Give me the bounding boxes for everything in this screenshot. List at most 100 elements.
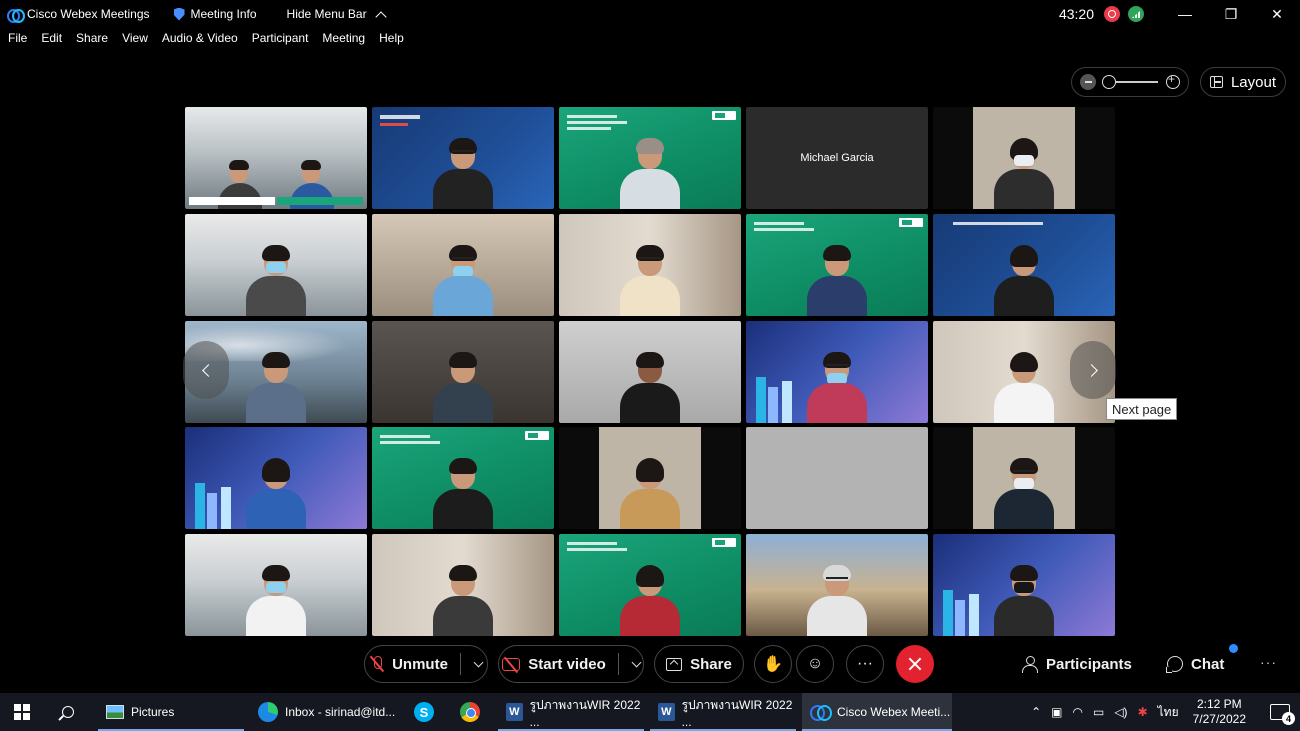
video-tile[interactable] [372,534,554,636]
search-icon [62,706,74,718]
video-tile[interactable] [372,213,554,316]
menu-meeting[interactable]: Meeting [315,31,372,51]
video-tile[interactable] [372,107,554,209]
zoom-out-icon[interactable] [1080,74,1096,90]
minimize-button[interactable]: — [1162,0,1208,28]
recording-icon[interactable] [1104,6,1120,22]
taskbar-item-webex[interactable]: Cisco Webex Meeti... [802,693,952,731]
input-language[interactable]: ไทย [1158,703,1179,722]
layout-grid-icon [1209,76,1223,88]
previous-page-button[interactable] [183,341,229,399]
chat-label: Chat [1191,655,1225,673]
raise-hand-button[interactable]: ✋ [754,645,792,683]
divider [459,653,461,675]
word-app-icon: W [658,703,675,721]
menu-participant[interactable]: Participant [245,31,316,51]
chevron-right-icon [1084,363,1098,377]
chevron-down-icon[interactable] [631,657,642,667]
video-tile[interactable] [185,107,367,209]
word-app-icon: W [506,703,523,721]
panel-more-button[interactable]: ··· [1260,654,1277,670]
close-button[interactable]: ✕ [1254,0,1300,28]
zoom-slider-knob[interactable] [1102,75,1116,89]
layout-label: Layout [1230,73,1277,91]
meet-now-icon[interactable]: ▣ [1051,705,1062,719]
microphone-muted-icon [370,655,384,673]
reactions-button[interactable]: ☺ [796,645,834,683]
video-tile[interactable] [372,320,554,423]
participants-label: Participants [1046,655,1132,673]
taskbar-search-button[interactable] [44,693,92,731]
chevron-down-icon[interactable] [473,657,484,667]
meeting-timer: 43:20 [1058,6,1094,22]
zoom-in-icon[interactable] [1166,72,1180,89]
unmute-label: Unmute [392,655,448,673]
video-tile[interactable] [746,427,928,530]
unmute-button[interactable]: Unmute [364,645,488,683]
video-tile[interactable] [185,534,367,636]
video-tile[interactable] [933,107,1115,209]
clock-time: 2:12 PM [1196,697,1242,711]
taskbar-item-pictures[interactable]: Pictures [98,693,244,731]
notification-center-icon[interactable]: 4 [1270,704,1295,725]
meeting-info-label: Meeting Info [190,7,257,21]
next-page-button[interactable] [1070,341,1116,399]
layout-button[interactable]: Layout [1200,67,1286,97]
connection-status-icon[interactable] [1128,6,1144,22]
video-tile[interactable] [746,320,928,423]
chat-button[interactable]: Chat [1166,652,1225,676]
taskbar-item-word-1[interactable]: W รูปภาพงานWIR 2022 ... [498,693,644,731]
taskbar-item-word-2[interactable]: W รูปภาพงานWIR 2022 ... [650,693,796,731]
video-tile[interactable] [933,213,1115,316]
share-screen-icon [666,657,683,671]
webex-logo-icon [7,8,25,23]
taskbar-item-skype[interactable]: S [406,693,442,731]
leave-meeting-button[interactable] [896,645,934,683]
webex-app-icon [810,703,832,721]
video-tile[interactable] [559,427,741,530]
wifi-icon[interactable]: ◠ [1073,705,1083,719]
hide-menu-bar-button[interactable]: Hide Menu Bar [279,0,393,28]
menu-file[interactable]: File [0,31,34,51]
menu-edit[interactable]: Edit [34,31,69,51]
restore-button[interactable]: ❐ [1208,0,1254,28]
menu-view[interactable]: View [115,31,155,51]
video-tile[interactable] [746,534,928,636]
taskbar-item-chrome[interactable] [452,693,488,731]
menu-bar: File Edit Share View Audio & Video Parti… [0,31,411,51]
show-hidden-icons-button[interactable]: ⌃ [1031,705,1041,719]
taskbar-item-label: รูปภาพงานWIR 2022 ... [681,697,793,729]
taskbar-clock[interactable]: 2:12 PM 7/27/2022 [1193,697,1246,727]
system-tray: ⌃ ▣ ◠ ▭ ◁) ✱ ไทย 2:12 PM 7/27/2022 4 [1031,693,1300,731]
start-video-button[interactable]: Start video [498,645,644,683]
pictures-app-icon [106,705,124,719]
video-tile[interactable] [933,427,1115,530]
participants-button[interactable]: Participants [1022,652,1132,676]
menu-share[interactable]: Share [69,31,115,51]
video-tile[interactable] [559,534,741,636]
divider [617,653,619,675]
chevron-left-icon [201,363,215,377]
video-tile[interactable] [559,213,741,316]
zoom-slider[interactable] [1102,75,1158,89]
video-tile[interactable] [372,427,554,530]
video-tile[interactable] [559,320,741,423]
title-bar-right: 43:20 — ❐ ✕ [1059,0,1300,28]
share-button[interactable]: Share [654,645,744,683]
battery-icon[interactable]: ▭ [1093,705,1104,719]
raise-hand-icon: ✋ [763,656,783,673]
more-options-button[interactable]: ··· [846,645,884,683]
start-button[interactable] [0,693,44,731]
video-tile[interactable] [933,534,1115,636]
menu-help[interactable]: Help [372,31,411,51]
video-tile[interactable] [185,213,367,316]
menu-audio-video[interactable]: Audio & Video [155,31,245,51]
antivirus-icon[interactable]: ✱ [1138,705,1148,719]
video-tile[interactable] [746,213,928,316]
meeting-info-button[interactable]: Meeting Info [166,0,265,28]
video-tile[interactable] [185,427,367,530]
taskbar-item-edge[interactable]: Inbox - sirinad@itd... [250,693,400,731]
video-tile[interactable]: Michael Garcia [746,107,928,209]
video-tile[interactable] [559,107,741,209]
volume-icon[interactable]: ◁) [1114,705,1127,719]
